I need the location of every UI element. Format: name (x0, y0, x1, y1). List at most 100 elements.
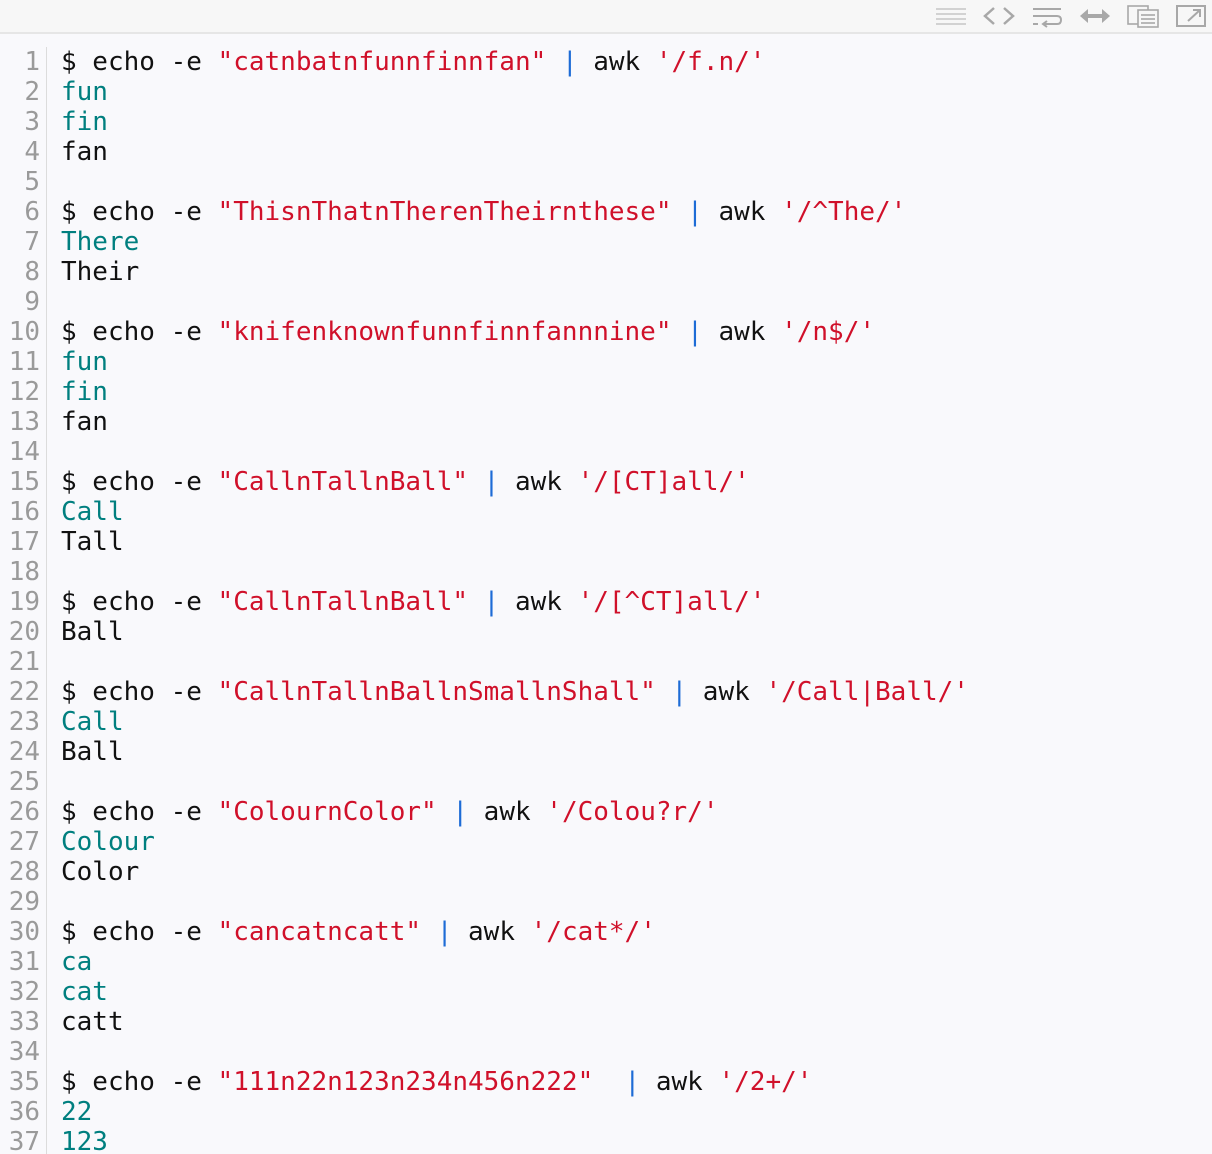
line-number: 15 (8, 467, 40, 497)
string-token: "ThisnThatnTherenTheirnthese" (217, 197, 672, 227)
line-number: 12 (8, 377, 40, 407)
plain-token: awk (452, 917, 531, 947)
line-number: 29 (8, 887, 40, 917)
plain-token: $ echo -e (61, 197, 218, 227)
line-content: Call (61, 497, 124, 527)
plain-token: $ echo -e (61, 587, 218, 617)
string-token: "CallnTallnBall" (217, 587, 468, 617)
line-content: fin (61, 107, 108, 137)
code-line: 36 22 (0, 1097, 1212, 1127)
line-number: 36 (8, 1097, 40, 1127)
code-line: 6 $ echo -e "ThisnThatnTherenTheirnthese"… (0, 197, 1212, 227)
plain-token: awk (468, 797, 547, 827)
gutter-separator (46, 737, 55, 767)
menu-icon[interactable] (934, 3, 968, 29)
line-content: fan (61, 407, 108, 437)
gutter-separator (46, 107, 55, 137)
code-line: 37 123 (0, 1127, 1212, 1154)
gutter-separator (46, 587, 55, 617)
code-line: 16 Call (0, 497, 1212, 527)
line-content (55, 437, 61, 467)
code-line: 25 (0, 767, 1212, 797)
line-number: 31 (8, 947, 40, 977)
line-content: $ echo -e "ColournColor" | awk '/Colou?r… (55, 797, 718, 827)
line-content: Color (61, 857, 140, 887)
line-number: 22 (8, 677, 40, 707)
code-line: 9 (0, 287, 1212, 317)
pipe-token: | (436, 917, 453, 947)
code-line: 26 $ echo -e "ColournColor" | awk '/Colou… (0, 797, 1212, 827)
string-token: "knifenknownfunnfinnfannnine" (217, 317, 672, 347)
code-line: 19 $ echo -e "CallnTallnBall" | awk '/[^C… (0, 587, 1212, 617)
line-number: 35 (8, 1067, 40, 1097)
line-content: 22 (61, 1097, 93, 1127)
line-number: 11 (8, 347, 40, 377)
string-token: "cancatncatt" (217, 917, 422, 947)
line-content: $ echo -e "catnbatnfunnfinnfan" | awk '/… (55, 47, 765, 77)
line-content: $ echo -e "CallnTallnBall" | awk '/[^CT]… (55, 587, 765, 617)
line-content: 123 (61, 1127, 108, 1154)
line-content: Colour (61, 827, 155, 857)
gutter-separator (46, 827, 55, 857)
code-line: 1 $ echo -e "catnbatnfunnfinnfan" | awk '… (0, 47, 1212, 77)
gutter-separator (46, 347, 55, 377)
line-number: 30 (8, 917, 40, 947)
line-content: Ball (61, 737, 124, 767)
code-line: 31 ca (0, 947, 1212, 977)
line-content (55, 557, 61, 587)
code-line: 7 There (0, 227, 1212, 257)
line-content (55, 287, 61, 317)
line-number: 13 (8, 407, 40, 437)
line-number: 26 (8, 797, 40, 827)
gutter-separator (46, 467, 55, 497)
gutter-separator (46, 167, 55, 197)
line-number: 25 (8, 767, 40, 797)
string-token: '/Call|Ball/' (765, 677, 969, 707)
line-number: 33 (8, 1007, 40, 1037)
line-number: 10 (8, 317, 40, 347)
gutter-separator (46, 1127, 55, 1154)
expand-icon[interactable] (1078, 3, 1112, 29)
code-line: 21 (0, 647, 1212, 677)
plain-token: awk (577, 47, 656, 77)
gutter-separator (46, 497, 55, 527)
gutter-separator (46, 857, 55, 887)
gutter-separator (46, 317, 55, 347)
gutter-separator (46, 1037, 55, 1067)
gutter-separator (46, 1067, 55, 1097)
code-toolbar (0, 0, 1212, 34)
code-line: 8 Their (0, 257, 1212, 287)
plain-token: awk (702, 197, 782, 227)
line-content: Their (61, 257, 140, 287)
line-content: $ echo -e "ThisnThatnTherenTheirnthese" … (55, 197, 906, 227)
plain-token: awk (499, 467, 578, 497)
line-number: 16 (8, 497, 40, 527)
string-token: "111n22n123n234n456n222" (217, 1067, 594, 1097)
line-content: ca (61, 947, 93, 977)
popout-icon[interactable] (1174, 3, 1208, 29)
code-icon[interactable] (982, 3, 1016, 29)
gutter-separator (46, 377, 55, 407)
string-token: "CallnTallnBall" (217, 467, 468, 497)
wrap-icon[interactable] (1030, 3, 1064, 29)
code-block: 1 $ echo -e "catnbatnfunnfinnfan" | awk '… (0, 47, 1212, 1154)
code-line: 28 Color (0, 857, 1212, 887)
copy-icon[interactable] (1126, 3, 1160, 29)
code-line: 13 fan (0, 407, 1212, 437)
line-content: Ball (61, 617, 124, 647)
plain-token: $ echo -e (61, 317, 218, 347)
gutter-separator (46, 977, 55, 1007)
line-number: 6 (24, 197, 40, 227)
line-number: 19 (8, 587, 40, 617)
code-viewer-window: 1 $ echo -e "catnbatnfunnfinnfan" | awk '… (0, 0, 1212, 1154)
plain-token: $ echo -e (61, 467, 218, 497)
gutter-separator (46, 617, 55, 647)
line-number: 28 (8, 857, 40, 887)
code-line: 34 (0, 1037, 1212, 1067)
gutter-separator (46, 677, 55, 707)
